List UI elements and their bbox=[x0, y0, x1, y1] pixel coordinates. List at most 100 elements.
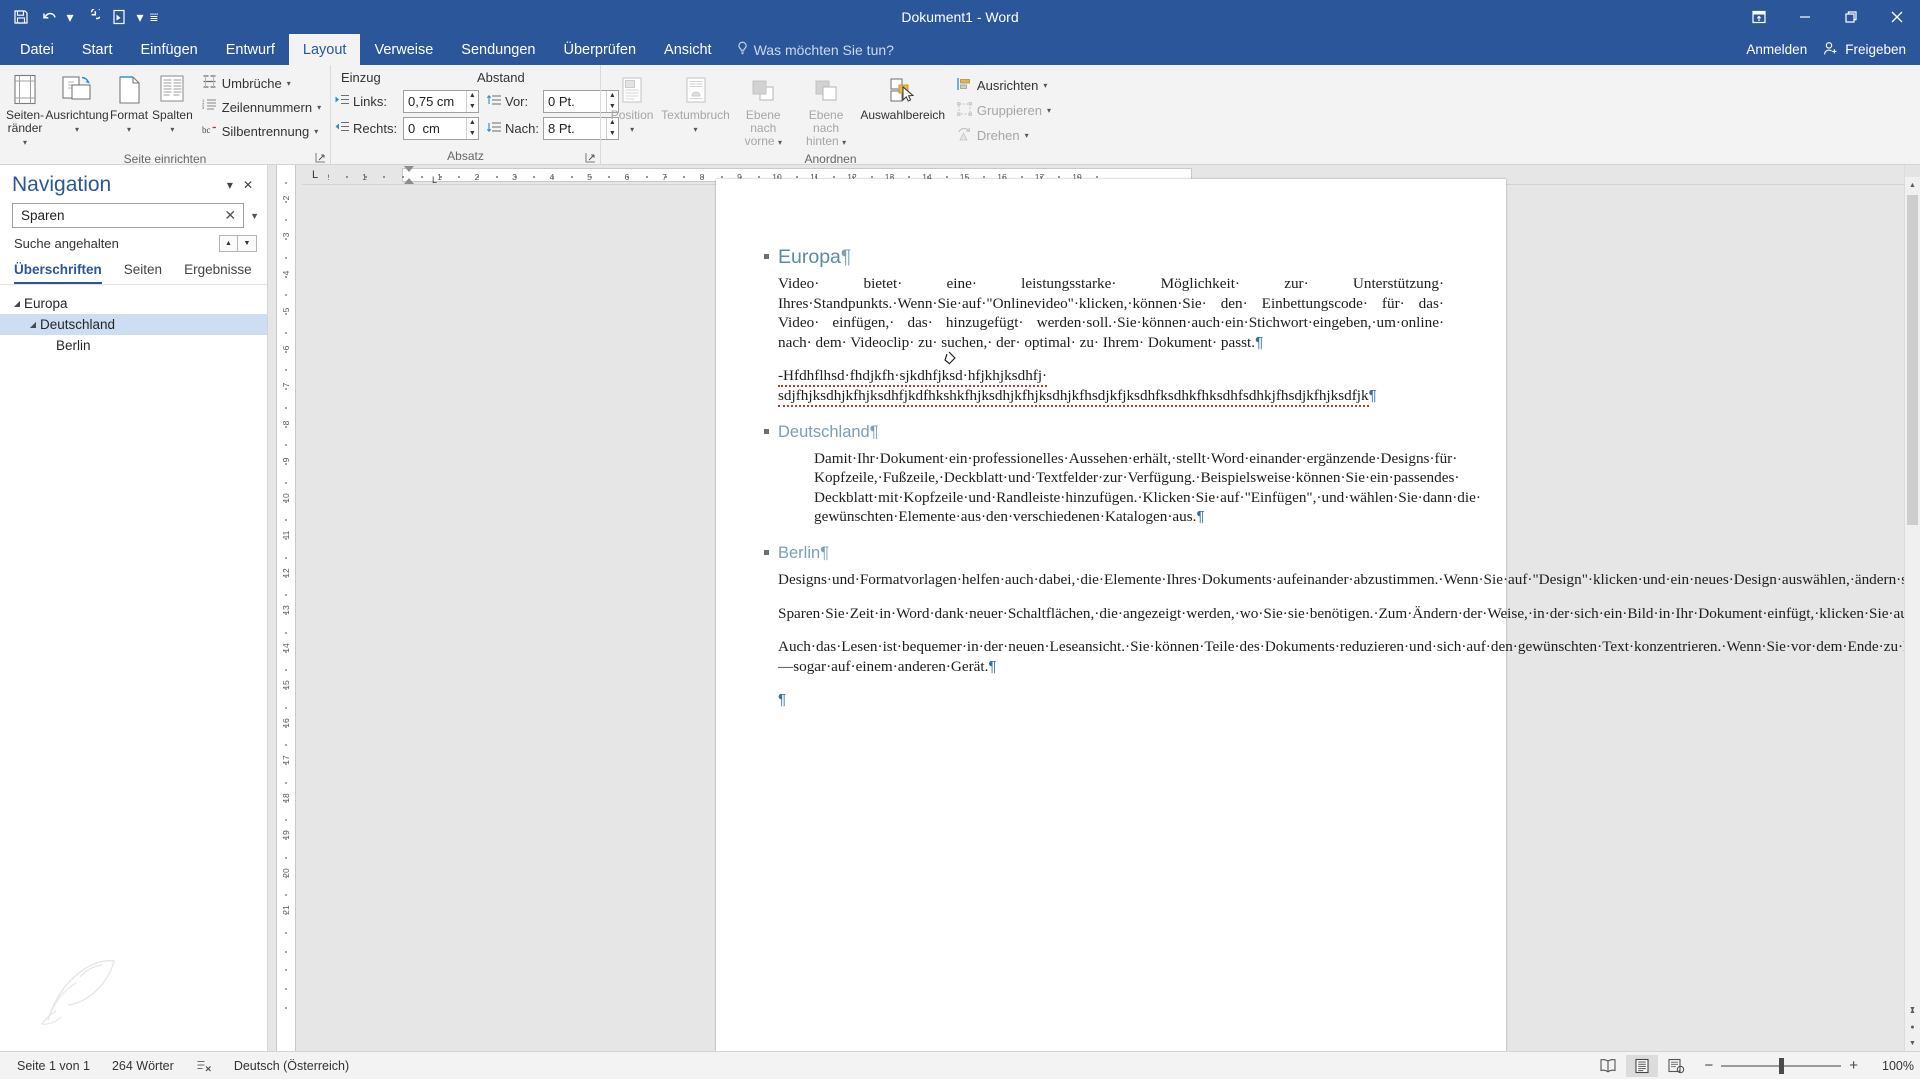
web-layout-view-button[interactable] bbox=[1660, 1055, 1692, 1077]
chevron-down-icon[interactable]: ▾ bbox=[630, 125, 634, 134]
spinner-down-icon[interactable]: ▼ bbox=[467, 101, 478, 112]
orientation-button[interactable]: Ausrichtung ▾ bbox=[45, 68, 109, 138]
heading-deutschland[interactable]: Deutschland¶ bbox=[764, 420, 1444, 445]
select-browse-object-icon[interactable]: ● bbox=[1905, 1019, 1920, 1035]
scroll-up-arrow-icon[interactable]: ▲ bbox=[1905, 177, 1920, 193]
zoom-in-button[interactable]: + bbox=[1849, 1058, 1858, 1073]
tab-entwurf[interactable]: Entwurf bbox=[212, 34, 289, 65]
sign-in-button[interactable]: Anmelden bbox=[1746, 42, 1807, 57]
rotate-objects-button[interactable]: Drehen ▾ bbox=[952, 124, 1056, 146]
tab-sendungen[interactable]: Sendungen bbox=[447, 34, 549, 65]
page-setup-dialog-launcher[interactable] bbox=[315, 150, 327, 163]
bring-forward-button[interactable]: Ebene nach vorne ▾ bbox=[732, 68, 795, 151]
paragraph-europa[interactable]: Video· bietet· eine· leistungsstarke· Mö… bbox=[778, 274, 1444, 352]
chevron-down-icon[interactable]: ▾ bbox=[842, 138, 846, 147]
read-mode-view-button[interactable] bbox=[1592, 1055, 1624, 1077]
chevron-down-icon[interactable]: ▾ bbox=[23, 138, 27, 147]
search-input[interactable] bbox=[19, 207, 222, 224]
paragraph-empty[interactable]: ¶ bbox=[778, 690, 1444, 710]
paragraph-berlin-3[interactable]: Auch·das·Lesen·ist·bequemer·in·der·neuen… bbox=[778, 637, 1920, 676]
chevron-down-icon[interactable]: ▾ bbox=[1043, 81, 1047, 90]
vertical-ruler[interactable]: 2 3 4 5 6 7 8 9 10 11 12 13 14 15 16 17 18 19 20 21 bbox=[268, 165, 302, 1051]
hanging-indent-marker[interactable] bbox=[404, 177, 414, 184]
group-objects-button[interactable]: Gruppieren ▾ bbox=[952, 99, 1056, 121]
next-page-icon[interactable]: ▼ bbox=[1905, 1035, 1920, 1051]
document-page[interactable]: Europa¶ Video· bietet· eine· leistungsst… bbox=[716, 179, 1920, 1051]
chevron-down-icon[interactable]: ▾ bbox=[317, 103, 321, 112]
tell-me-box[interactable]: Was möchten Sie tun? bbox=[726, 34, 904, 65]
heading-berlin[interactable]: Berlin¶ bbox=[764, 541, 1444, 566]
save-icon[interactable] bbox=[8, 4, 34, 30]
align-objects-button[interactable]: Ausrichten ▾ bbox=[952, 74, 1056, 96]
hyphenation-button[interactable]: bc Silbentrennung ▾ bbox=[197, 120, 326, 142]
zoom-track[interactable] bbox=[1721, 1057, 1842, 1074]
zoom-slider[interactable]: − + bbox=[1694, 1057, 1868, 1074]
spinner-up-icon[interactable]: ▲ bbox=[467, 91, 478, 102]
clear-search-icon[interactable]: ✕ bbox=[221, 207, 239, 224]
close-button[interactable] bbox=[1874, 0, 1920, 34]
redo-icon[interactable] bbox=[78, 4, 104, 30]
tab-verweise[interactable]: Verweise bbox=[360, 34, 447, 65]
page-margins-button[interactable]: Seiten-ränder ▾ bbox=[4, 68, 46, 151]
share-button[interactable]: Freigeben bbox=[1823, 41, 1906, 59]
tab-datei[interactable]: Datei bbox=[6, 34, 68, 65]
heading-europa[interactable]: Europa¶ bbox=[764, 245, 1444, 270]
chevron-down-icon[interactable]: ▾ bbox=[1025, 131, 1029, 140]
paragraph-dialog-launcher[interactable] bbox=[585, 150, 597, 163]
vertical-scrollbar[interactable]: ▲ ▼ ▲ ● ▼ bbox=[1904, 165, 1920, 1051]
scrollbar-thumb[interactable] bbox=[1907, 195, 1918, 525]
print-layout-view-button[interactable] bbox=[1626, 1054, 1659, 1077]
indent-right-spinner[interactable]: ▲ ▼ bbox=[403, 116, 479, 140]
spinner-up-icon[interactable]: ▲ bbox=[467, 118, 478, 129]
indent-left-input[interactable] bbox=[404, 90, 466, 112]
nav-tab-ergebnisse[interactable]: Ergebnisse bbox=[184, 262, 252, 284]
restore-button[interactable] bbox=[1828, 0, 1874, 34]
proofing-errors-icon[interactable] bbox=[185, 1059, 223, 1073]
chevron-down-icon[interactable]: ▾ bbox=[287, 79, 291, 88]
tab-layout[interactable]: Layout bbox=[288, 34, 361, 65]
paragraph-berlin-1[interactable]: Designs·und·Formatvorlagen·helfen·auch·d… bbox=[778, 570, 1920, 590]
paragraph-deutschland[interactable]: Damit·Ihr·Dokument·ein·professionelles·A… bbox=[814, 449, 1481, 527]
touch-mode-icon[interactable] bbox=[106, 4, 132, 30]
indent-right-input[interactable] bbox=[404, 117, 466, 139]
next-result-button[interactable]: ▼ bbox=[238, 235, 257, 252]
tree-item-europa[interactable]: ◢ Europa bbox=[0, 293, 267, 314]
previous-result-button[interactable]: ▲ bbox=[219, 235, 238, 252]
chevron-down-icon[interactable]: ▾ bbox=[127, 125, 131, 134]
spinner-down-icon[interactable]: ▼ bbox=[467, 128, 478, 139]
customize-qat-icon[interactable]: ⩸ bbox=[148, 4, 160, 30]
paper-size-button[interactable]: Format ▾ bbox=[108, 68, 150, 138]
chevron-down-icon[interactable]: ▾ bbox=[1047, 106, 1051, 115]
language-status[interactable]: Deutsch (Österreich) bbox=[223, 1059, 360, 1073]
zoom-out-button[interactable]: − bbox=[1704, 1058, 1713, 1073]
tab-stop-selector[interactable]: L bbox=[302, 165, 328, 185]
undo-dropdown-icon[interactable]: ▾ bbox=[64, 4, 76, 30]
spacing-before-input[interactable] bbox=[544, 90, 606, 112]
selection-pane-button[interactable]: Auswahlbereich bbox=[857, 68, 947, 124]
touch-mode-dropdown-icon[interactable]: ▾ bbox=[134, 4, 146, 30]
undo-icon[interactable] bbox=[36, 4, 62, 30]
line-numbers-button[interactable]: 123 Zeilennummern ▾ bbox=[197, 96, 326, 118]
navigation-pane-close-icon[interactable]: ✕ bbox=[243, 178, 253, 192]
left-indent-marker[interactable] bbox=[404, 165, 414, 172]
search-box[interactable]: ✕ bbox=[12, 203, 245, 228]
expand-collapse-icon[interactable]: ◢ bbox=[10, 299, 24, 308]
chevron-down-icon[interactable]: ▾ bbox=[778, 138, 782, 147]
breaks-button[interactable]: Umbrüche ▾ bbox=[197, 72, 326, 94]
tree-item-deutschland[interactable]: ◢ Deutschland bbox=[0, 314, 267, 335]
tab-ansicht[interactable]: Ansicht bbox=[650, 34, 726, 65]
chevron-down-icon[interactable]: ▾ bbox=[314, 127, 318, 136]
nav-tab-uberschriften[interactable]: Überschriften bbox=[14, 262, 102, 284]
paragraph-gibberish[interactable]: -Hfdhflhsd·fhdjkfh·sjkdhfjksd·hfjkhjksdh… bbox=[778, 366, 1444, 407]
word-count-status[interactable]: 264 Wörter bbox=[101, 1059, 185, 1073]
ribbon-display-options-icon[interactable] bbox=[1736, 0, 1782, 34]
paragraph-berlin-2[interactable]: Sparen·Sie·Zeit·in·Word·dank·neuer·Schal… bbox=[778, 604, 1920, 624]
tab-start[interactable]: Start bbox=[68, 34, 127, 65]
chevron-down-icon[interactable]: ▾ bbox=[694, 125, 698, 134]
position-button[interactable]: Position ▾ bbox=[605, 68, 659, 138]
split-window-handle[interactable] bbox=[1905, 165, 1920, 177]
previous-page-icon[interactable]: ▲ bbox=[1905, 1003, 1920, 1019]
navigation-pane-options-icon[interactable]: ▾ bbox=[227, 178, 233, 192]
tab-einfugen[interactable]: Einfügen bbox=[126, 34, 211, 65]
page-number-status[interactable]: Seite 1 von 1 bbox=[6, 1059, 101, 1073]
